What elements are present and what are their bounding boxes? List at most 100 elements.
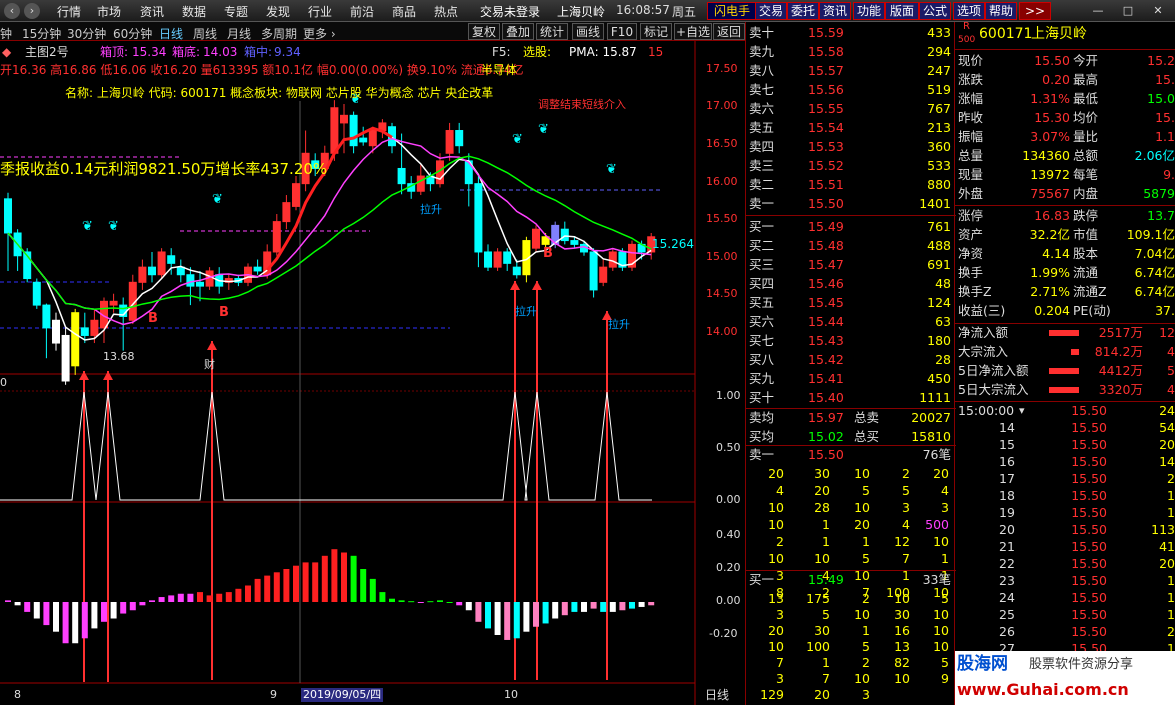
candle-body: [368, 130, 377, 147]
box-mid-label: 箱中:: [244, 45, 273, 59]
menu-item[interactable]: 市场: [97, 3, 121, 20]
quote-value: 1.1: [1155, 129, 1175, 144]
overlay-button[interactable]: 叠加: [502, 23, 534, 40]
kline-chart[interactable]: ❦ ❦❦❦❦❦❦: [0, 41, 745, 705]
stats-button[interactable]: 统计: [536, 23, 568, 40]
menu-item[interactable]: 资讯: [140, 3, 164, 20]
quote-value: 15.2: [1147, 53, 1175, 68]
queue-sell-price: 15.50: [808, 447, 844, 462]
tick-dropdown-icon[interactable]: ▾: [1019, 402, 1025, 420]
chart-formula-name[interactable]: 主图2号: [25, 45, 69, 59]
menu-item[interactable]: 专题: [224, 3, 248, 20]
tick-time: 20: [999, 522, 1015, 537]
pull-up-label: 拉升: [420, 203, 442, 216]
period-tab[interactable]: 60分钟: [113, 25, 152, 42]
candle-body: [52, 319, 60, 344]
menu-item[interactable]: 行情: [57, 3, 81, 20]
macd-bar: [206, 595, 213, 602]
toolbar-button[interactable]: 委托: [787, 2, 819, 20]
quote-value: 6.74亿: [1134, 265, 1175, 280]
bid-volume: 691: [927, 257, 951, 272]
toolbar-button[interactable]: 资讯: [819, 2, 851, 20]
draw-button[interactable]: 画线: [572, 23, 604, 40]
period-bar: 钟 15分钟 30分钟 60分钟 日线 周线 月线 多周期 更多 › 复权 叠加…: [0, 22, 745, 41]
quote-label: 量比: [1073, 129, 1099, 144]
last-price-label: 15.264: [652, 237, 694, 251]
period-tab[interactable]: 钟: [0, 25, 12, 42]
signal-line: [0, 391, 652, 501]
macd-bar: [581, 602, 587, 612]
toolbar-button[interactable]: 功能: [853, 2, 885, 20]
toolbar-button[interactable]: 闪电手: [707, 2, 757, 20]
finance-marker: 财: [204, 358, 215, 371]
tick-price: 15.50: [1071, 590, 1107, 605]
period-tab[interactable]: 15分钟: [22, 25, 61, 42]
mark-button[interactable]: 标记: [640, 23, 672, 40]
quote-value: 16.83: [1034, 208, 1070, 223]
macd-pane: [5, 549, 655, 644]
flow-label: 5日净流入额: [958, 363, 1029, 378]
tick-price: 15.50: [1071, 607, 1107, 622]
ask-level-label: 卖七: [749, 82, 775, 97]
adjust-button[interactable]: 复权: [468, 23, 500, 40]
login-status[interactable]: 交易未登录: [480, 3, 540, 20]
price-tick: 15.50: [706, 212, 738, 225]
period-tab[interactable]: 30分钟: [67, 25, 106, 42]
tick-time: 26: [999, 624, 1015, 639]
quote-label: 流通: [1073, 265, 1099, 280]
candle-body: [186, 274, 195, 287]
menu-item[interactable]: 前沿: [350, 3, 374, 20]
bid-volume: 180: [927, 333, 951, 348]
menu-item[interactable]: 数据: [182, 3, 206, 20]
quote-value: 5879: [1143, 186, 1175, 201]
quote-label: PE(动): [1073, 303, 1111, 318]
menu-item[interactable]: 热点: [434, 3, 458, 20]
arrow-head: [207, 341, 217, 350]
toolbar-button[interactable]: 交易: [755, 2, 787, 20]
toolbar-button[interactable]: 版面: [885, 2, 919, 20]
queue-order: 3: [902, 500, 910, 515]
macd-bar: [245, 585, 251, 602]
toolbar-button[interactable]: 公式: [919, 2, 951, 20]
stock-name: 上海贝岭: [1031, 26, 1087, 42]
queue-order: 1: [822, 534, 830, 549]
quote-value: 1.31%: [1030, 91, 1070, 106]
forward-icon[interactable]: ›: [24, 3, 40, 19]
candle-body: [282, 202, 291, 223]
period-tab[interactable]: 多周期: [261, 25, 297, 42]
quote-value: 4.14: [1042, 246, 1070, 261]
close-icon[interactable]: ✕: [1150, 3, 1166, 19]
ask-volume: 360: [927, 139, 951, 154]
candle-body: [138, 266, 147, 283]
macd-bar: [456, 602, 463, 606]
ask-price: 15.58: [808, 44, 844, 59]
candle-body: [330, 107, 339, 154]
quote-value: 13.7: [1147, 208, 1175, 223]
price-tick: 16.00: [706, 175, 738, 188]
tick-time: 15:00:00: [958, 403, 1015, 418]
tick-volume: 113: [1151, 522, 1175, 537]
add-watchlist-button[interactable]: +自选: [674, 23, 712, 40]
flow-pct: 4: [1167, 382, 1175, 397]
period-tab-more[interactable]: 更多 ›: [303, 25, 336, 42]
back-icon[interactable]: ‹: [4, 3, 20, 19]
period-tab[interactable]: 月线: [227, 25, 251, 42]
return-button[interactable]: 返回: [713, 23, 745, 40]
f10-button[interactable]: F10: [607, 23, 637, 40]
minimize-icon[interactable]: —: [1090, 3, 1106, 19]
maximize-icon[interactable]: □: [1120, 3, 1136, 19]
period-tab[interactable]: 周线: [193, 25, 217, 42]
period-tab-active[interactable]: 日线: [159, 25, 183, 42]
macd-bar: [53, 602, 59, 632]
ohlc-info: 开16.36 高16.86 低16.06 收16.20 量613395 额10.…: [0, 63, 524, 77]
menu-item[interactable]: 行业: [308, 3, 332, 20]
avg-label: 卖均: [749, 410, 775, 425]
tick-volume: 20: [1159, 437, 1175, 452]
toolbar-more-button[interactable]: >>: [1019, 2, 1051, 20]
chart-collapse-icon[interactable]: ◆: [2, 45, 11, 59]
toolbar-button[interactable]: 帮助: [985, 2, 1017, 20]
menu-item[interactable]: 商品: [392, 3, 416, 20]
macd-bar: [158, 597, 165, 602]
ask-volume: 433: [927, 25, 951, 40]
menu-item[interactable]: 发现: [266, 3, 290, 20]
